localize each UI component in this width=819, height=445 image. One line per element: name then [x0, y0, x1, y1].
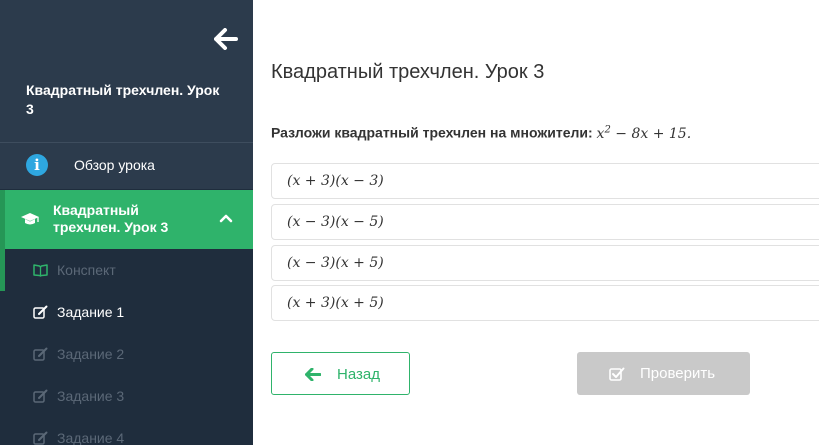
edit-icon: [33, 305, 48, 319]
answer-option-1[interactable]: (x + 3)(x − 3): [271, 163, 819, 199]
sidebar-item-active-lesson[interactable]: Квадратный трехчлен. Урок 3: [0, 190, 253, 249]
answer-option-2[interactable]: (x − 3)(x − 5): [271, 204, 819, 240]
question-text: Разложи квадратный трехчлен на множители…: [271, 124, 691, 142]
expression-rest: − 8x + 15.: [610, 125, 692, 142]
active-indicator: [0, 190, 5, 249]
answer-option-text: (x − 3)(x − 5): [287, 214, 384, 230]
answer-option-text: (x + 3)(x − 3): [287, 173, 384, 189]
check-button-label: Проверить: [640, 365, 716, 382]
arrow-left-icon: [305, 368, 321, 381]
page-title: Квадратный трехчлен. Урок 3: [271, 61, 545, 83]
info-icon: i: [26, 154, 48, 176]
chevron-up-icon[interactable]: [219, 213, 233, 223]
sidebar-item-task-1[interactable]: Задание 1: [0, 291, 253, 333]
sidebar-item-task-3[interactable]: Задание 3: [0, 375, 253, 417]
check-square-icon: [609, 367, 625, 381]
sidebar-item-label: Обзор урока: [74, 157, 155, 173]
answer-option-3[interactable]: (x − 3)(x + 5): [271, 245, 819, 281]
sidebar-item-label: Задание 1: [57, 304, 125, 320]
edit-icon: [33, 389, 48, 403]
sidebar: Квадратный трехчлен. Урок 3 i Обзор урок…: [0, 0, 253, 445]
answer-option-4[interactable]: (x + 3)(x + 5): [271, 285, 819, 321]
answer-option-text: (x − 3)(x + 5): [287, 255, 384, 271]
sidebar-item-task-4[interactable]: Задание 4: [0, 417, 253, 445]
edit-icon: [33, 431, 48, 445]
sidebar-item-label: Задание 3: [57, 388, 125, 404]
sidebar-item-overview[interactable]: i Обзор урока: [0, 143, 253, 189]
sidebar-item-label: Квадратный трехчлен. Урок 3: [53, 202, 169, 235]
sidebar-item-label: Задание 4: [57, 430, 125, 445]
back-button-label: Назад: [337, 366, 380, 383]
graduation-cap-icon: [21, 213, 39, 225]
question-expression: x2 − 8x + 15.: [597, 124, 692, 142]
course-title: Квадратный трехчлен. Урок 3: [26, 82, 220, 117]
item-indicator: [0, 249, 5, 291]
sidebar-item-label: Задание 2: [57, 346, 125, 362]
check-button[interactable]: Проверить: [577, 352, 750, 395]
answer-option-text: (x + 3)(x + 5): [287, 295, 384, 311]
edit-icon: [33, 347, 48, 361]
sidebar-header: Квадратный трехчлен. Урок 3: [0, 0, 253, 143]
question-label: Разложи квадратный трехчлен на множители…: [271, 124, 597, 141]
sidebar-item-konspekt[interactable]: Конспект: [0, 249, 253, 291]
back-button[interactable]: Назад: [271, 352, 410, 395]
sidebar-item-task-2[interactable]: Задание 2: [0, 333, 253, 375]
sidebar-item-label: Конспект: [57, 262, 116, 278]
book-icon: [33, 264, 48, 277]
back-arrow-icon[interactable]: [214, 28, 238, 50]
main-content: Квадратный трехчлен. Урок 3 Разложи квад…: [253, 0, 819, 445]
